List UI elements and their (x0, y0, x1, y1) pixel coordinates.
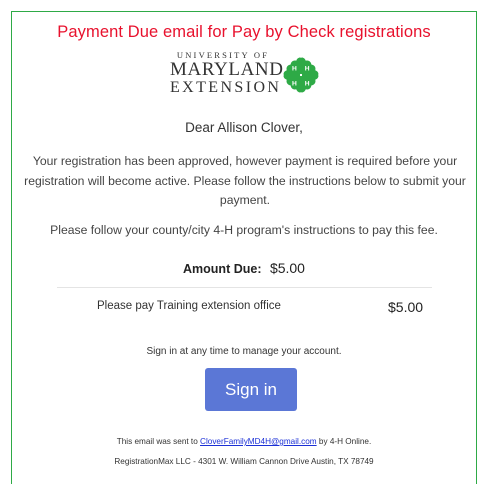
footer-address: RegistrationMax LLC - 4301 W. William Ca… (114, 457, 374, 466)
footer-email-link[interactable]: CloverFamilyMD4H@gmail.com (200, 437, 317, 446)
svg-text:H: H (305, 65, 310, 72)
payment-instructions: Please follow your county/city 4-H progr… (50, 223, 438, 237)
approval-message: Your registration has been approved, how… (24, 154, 466, 207)
footer-sent-prefix: This email was sent to (116, 437, 201, 446)
line-item-label: Please pay Training extension office (97, 300, 281, 312)
email-frame: Payment Due email for Pay by Check regis… (11, 11, 477, 484)
amount-due-label: Amount Due: (183, 262, 262, 276)
manage-account-text: Sign in at any time to manage your accou… (146, 346, 342, 357)
amount-due-value: $5.00 (269, 260, 305, 276)
logo-wordmark: UNIVERSITY OF MARYLAND EXTENSION (170, 50, 284, 96)
email-headline: Payment Due email for Pay by Check regis… (57, 23, 431, 41)
footer-sent-notice: This email was sent to CloverFamilyMD4H@… (12, 437, 476, 446)
four-h-clover-icon: H H H H (283, 57, 319, 93)
logo-line-maryland: MARYLAND (170, 59, 284, 80)
svg-text:H: H (305, 80, 310, 87)
footer-sent-suffix: by 4-H Online. (316, 437, 372, 446)
greeting: Dear Allison Clover, (185, 120, 303, 135)
logo-line-extension: EXTENSION (170, 79, 282, 96)
amount-due-row: Amount Due: $5.00 (12, 260, 476, 278)
svg-text:H: H (292, 65, 297, 72)
sign-in-button[interactable]: Sign in (205, 368, 297, 411)
line-item-amount: $5.00 (388, 299, 424, 315)
svg-text:H: H (292, 80, 297, 87)
divider (57, 287, 432, 288)
university-logo: UNIVERSITY OF MARYLAND EXTENSION H H H H (170, 50, 322, 102)
